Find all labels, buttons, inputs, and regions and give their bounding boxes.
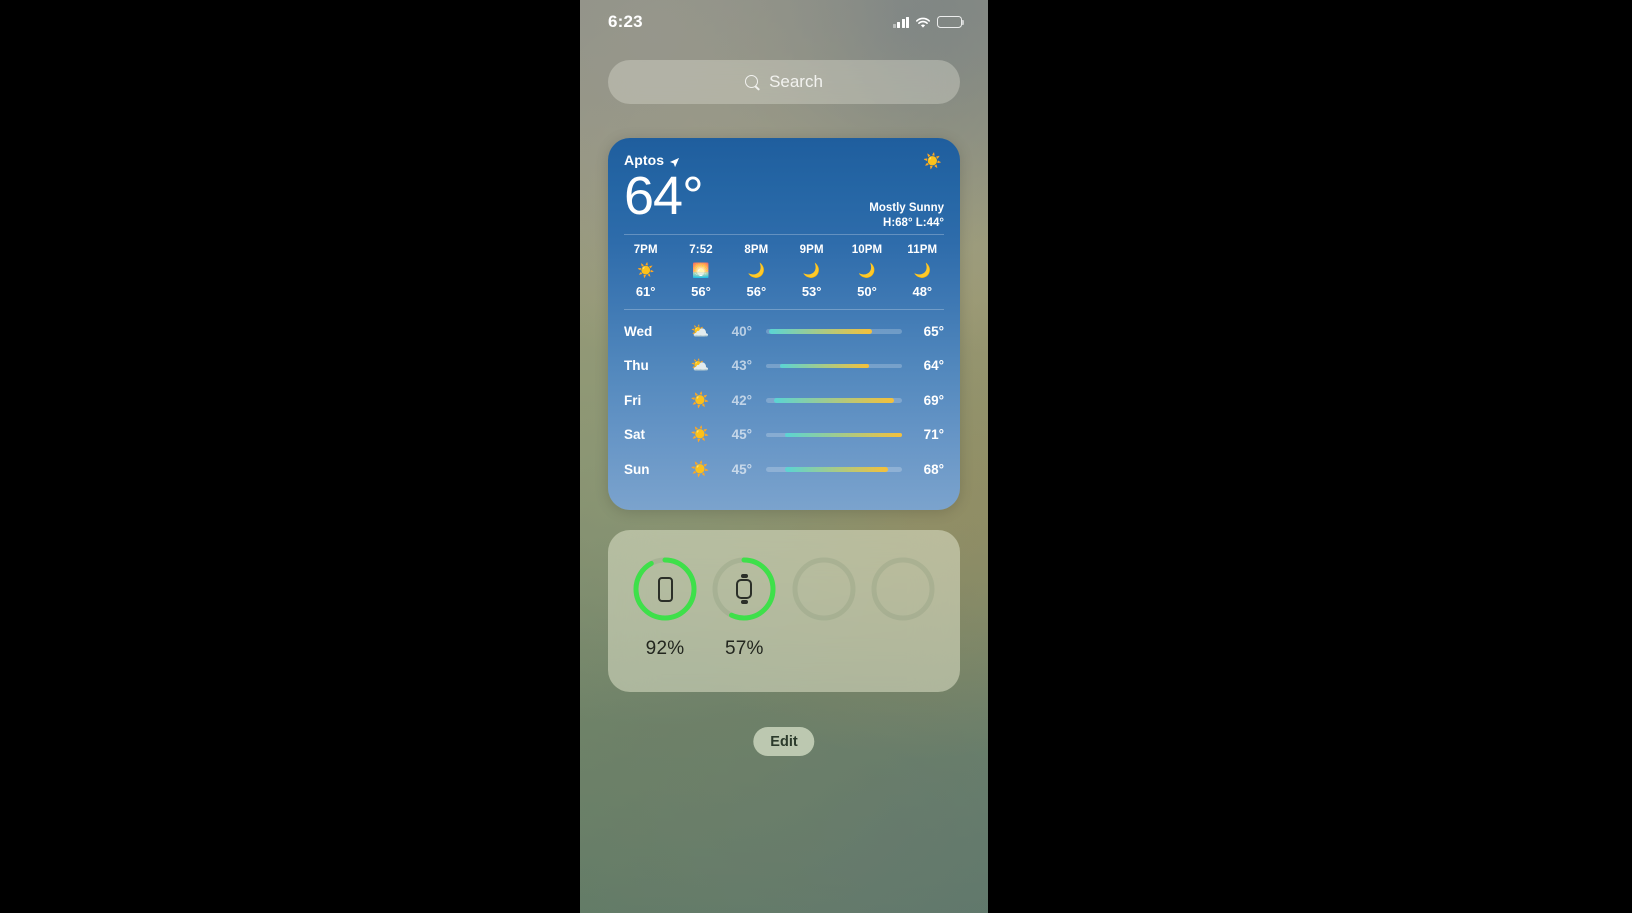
battery-ring — [632, 556, 698, 622]
daily-forecast-row: Thu ⛅ 43° 64° — [624, 349, 944, 384]
battery-percent-label: 57% — [725, 638, 764, 659]
hourly-forecast-item: 10PM 🌙 50° — [839, 244, 894, 299]
weather-condition-text: Mostly Sunny — [869, 202, 944, 215]
partly-cloudy-icon: ⛅ — [690, 357, 710, 375]
daily-forecast-row: Wed ⛅ 40° 65° — [624, 314, 944, 349]
empty-slot-icon — [791, 556, 857, 622]
moon-icon: 🌙 — [802, 262, 821, 278]
screen-root: 6:23 Search Aptos 64° ☀️ Mostly Sunny H:… — [0, 0, 1632, 913]
daily-low-temperature: 42° — [731, 392, 752, 408]
sun-icon: ☀️ — [636, 262, 655, 278]
hourly-temperature: 61° — [635, 284, 656, 299]
apple-watch-icon — [711, 556, 777, 622]
daily-temperature-range-fill — [785, 467, 889, 472]
wifi-icon — [915, 16, 931, 28]
search-input[interactable]: Search — [608, 60, 960, 104]
empty-slot-icon — [870, 556, 936, 622]
hourly-time: 9PM — [799, 244, 824, 256]
battery-item[interactable] — [785, 556, 863, 638]
sun-icon: ☀️ — [690, 460, 710, 478]
hourly-forecast-item: 8PM 🌙 56° — [729, 244, 784, 299]
status-bar-indicators — [892, 16, 965, 28]
battery-item[interactable]: 57% — [705, 556, 783, 660]
daily-day-name: Fri — [624, 392, 642, 408]
daily-temperature-range-bar — [766, 329, 902, 334]
daily-temperature-range-fill — [768, 329, 873, 334]
weather-high-low: H:68° L:44° — [883, 216, 944, 229]
cellular-signal-icon — [892, 16, 909, 28]
iphone-icon — [632, 556, 698, 622]
hourly-time: 7:52 — [689, 244, 713, 256]
sunset-icon: 🌅 — [692, 262, 710, 278]
hourly-temperature: 50° — [857, 284, 877, 299]
daily-forecast-row: Sun ☀️ 45° 68° — [624, 452, 944, 487]
batteries-widget[interactable]: 92% 57% — [608, 530, 960, 692]
daily-day-name: Thu — [624, 358, 649, 374]
hourly-time: 10PM — [851, 244, 883, 256]
battery-icon — [937, 16, 965, 28]
hourly-forecast-item: 7PM ☀️ 61° — [618, 244, 673, 299]
hourly-forecast-item: 9PM 🌙 53° — [784, 244, 839, 299]
battery-percent-label: 92% — [645, 638, 685, 659]
moon-icon: 🌙 — [747, 262, 766, 278]
status-bar-clock: 6:23 — [608, 12, 643, 31]
hourly-time: 7PM — [633, 244, 658, 256]
sun-icon: ☀️ — [690, 426, 710, 444]
status-bar: 6:23 — [580, 0, 988, 44]
daily-day-name: Sat — [624, 427, 646, 443]
daily-forecast: Wed ⛅ 40° 65° Thu ⛅ 43° 64° Fri ☀️ 42° 69° Sat ☀️ 45° 7… — [608, 310, 960, 497]
hourly-temperature: 48° — [912, 284, 933, 299]
daily-temperature-range-bar — [766, 432, 902, 437]
edit-button[interactable]: Edit — [753, 727, 815, 756]
hourly-forecast-item: 11PM 🌙 48° — [895, 244, 950, 299]
location-arrow-icon — [669, 155, 680, 167]
moon-icon: 🌙 — [913, 262, 932, 278]
daily-high-temperature: 64° — [923, 358, 944, 374]
hourly-temperature: 53° — [801, 284, 822, 299]
battery-item[interactable] — [864, 556, 942, 638]
hourly-temperature: 56° — [746, 284, 767, 299]
daily-low-temperature: 43° — [731, 358, 752, 374]
daily-low-temperature: 45° — [731, 461, 752, 477]
daily-low-temperature: 40° — [731, 323, 752, 339]
daily-high-temperature: 65° — [923, 323, 944, 339]
hourly-forecast-item: 7:52 🌅 56° — [673, 244, 728, 299]
daily-temperature-range-fill — [785, 432, 902, 437]
hourly-time: 11PM — [907, 244, 938, 256]
weather-widget[interactable]: Aptos 64° ☀️ Mostly Sunny H:68° L:44° 7P… — [608, 138, 960, 510]
daily-forecast-row: Sat ☀️ 45° 71° — [624, 418, 944, 453]
daily-low-temperature: 45° — [731, 427, 752, 443]
daily-day-name: Sun — [624, 461, 650, 477]
daily-temperature-range-bar — [766, 363, 902, 368]
sun-icon: ☀️ — [690, 391, 710, 409]
search-icon — [745, 74, 760, 90]
daily-temperature-range-fill — [779, 363, 870, 368]
daily-temperature-range-bar — [766, 398, 902, 403]
daily-high-temperature: 71° — [923, 427, 944, 443]
daily-temperature-range-bar — [766, 467, 902, 472]
daily-forecast-row: Fri ☀️ 42° 69° — [624, 383, 944, 418]
hourly-time: 8PM — [744, 244, 769, 256]
weather-condition-block: Mostly Sunny H:68° L:44° — [869, 201, 944, 230]
daily-high-temperature: 68° — [923, 461, 944, 477]
daily-temperature-range-fill — [774, 398, 894, 403]
partly-cloudy-icon: ⛅ — [690, 322, 710, 340]
moon-icon: 🌙 — [858, 262, 876, 278]
daily-day-name: Wed — [624, 323, 653, 339]
battery-item[interactable]: 92% — [626, 556, 704, 660]
battery-ring — [711, 556, 777, 622]
hourly-temperature: 56° — [691, 284, 711, 299]
hourly-forecast: 7PM ☀️ 61° 7:52 🌅 56° 8PM 🌙 56° 9PM 🌙 53° 10PM 🌙 50° 11… — [608, 235, 960, 309]
daily-high-temperature: 69° — [923, 392, 944, 408]
sun-icon: ☀️ — [923, 153, 942, 170]
phone-screen: 6:23 Search Aptos 64° ☀️ Mostly Sunny H:… — [580, 0, 988, 913]
weather-current-section: Aptos 64° ☀️ Mostly Sunny H:68° L:44° — [608, 138, 960, 234]
search-placeholder: Search — [769, 72, 823, 91]
